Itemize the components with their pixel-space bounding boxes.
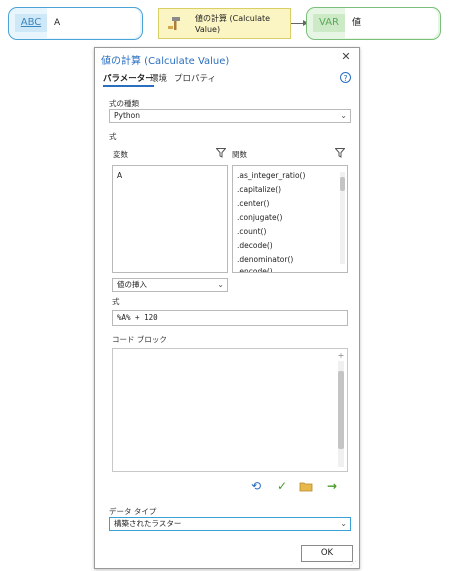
code-block-label: コード ブロック (112, 335, 167, 344)
resize-grip-icon[interactable]: ⋰ (350, 560, 356, 567)
list-item[interactable]: .capitalize() (237, 185, 281, 194)
chevron-down-icon: ⌄ (340, 111, 347, 120)
string-type-icon: ABC (15, 14, 47, 32)
data-type-select[interactable]: 構築されたラスター ⌄ (109, 517, 351, 531)
list-item[interactable]: .encode() (237, 267, 273, 272)
tab-properties[interactable]: プロパティ (174, 72, 216, 84)
split-icon[interactable]: ÷ (337, 351, 345, 360)
tab-parameters[interactable]: パラメーター (103, 72, 154, 87)
expression-type-label: 式の種類 (109, 99, 139, 108)
scrollbar[interactable] (340, 172, 345, 264)
variables-list[interactable]: A (112, 165, 228, 273)
data-type-value: 構築されたラスター (114, 519, 182, 528)
help-icon[interactable]: ? (340, 72, 351, 83)
functions-list[interactable]: .as_integer_ratio() .capitalize() .cente… (232, 165, 348, 273)
expression-input[interactable]: %A% + 120 (112, 310, 348, 326)
chevron-down-icon: ⌄ (340, 519, 347, 528)
input-variable-label: A (47, 8, 140, 38)
ok-button[interactable]: OK (301, 545, 353, 562)
calculate-value-dialog: 値の計算 (Calculate Value) ✕ パラメーター 環境 プロパティ… (94, 47, 360, 569)
output-variable-label: 値 (345, 8, 438, 38)
tool-node-label: 値の計算 (Calculate Value) (195, 14, 271, 34)
output-variable-node[interactable]: VAR 値 (306, 7, 441, 40)
expression-type-value: Python (114, 111, 140, 120)
list-item[interactable]: .denominator() (237, 255, 293, 264)
insert-values-select[interactable]: 値の挿入 ⌄ (112, 278, 228, 292)
filter-icon[interactable] (216, 148, 226, 158)
data-type-label: データ タイプ (109, 507, 157, 516)
save-arrow-icon[interactable]: → (325, 479, 339, 493)
list-item[interactable]: A (117, 171, 122, 180)
list-item[interactable]: .as_integer_ratio() (237, 171, 305, 180)
insert-values-label: 値の挿入 (117, 280, 147, 289)
functions-label: 関数 (232, 150, 247, 159)
scrollbar-thumb[interactable] (340, 177, 345, 191)
dialog-title: 値の計算 (Calculate Value) (101, 56, 230, 67)
open-folder-icon[interactable] (299, 479, 313, 493)
close-icon[interactable]: ✕ (340, 51, 352, 63)
filter-icon[interactable] (335, 148, 345, 158)
code-block-editor[interactable]: ÷ (112, 348, 348, 472)
list-item[interactable]: .decode() (237, 241, 273, 250)
expression-label: 式 (112, 297, 120, 306)
variables-label: 変数 (113, 150, 128, 159)
input-variable-node[interactable]: ABC A (8, 7, 143, 40)
scrollbar-thumb[interactable] (338, 371, 344, 449)
expression-type-select[interactable]: Python ⌄ (109, 109, 351, 123)
verify-check-icon[interactable]: ✓ (275, 479, 289, 493)
reset-icon[interactable]: ⟲ (249, 479, 263, 493)
tab-environments[interactable]: 環境 (150, 72, 167, 84)
list-item[interactable]: .conjugate() (237, 213, 282, 222)
expression-section-label: 式 (109, 132, 117, 141)
scrollbar[interactable] (338, 361, 344, 467)
hammer-icon (168, 17, 180, 30)
list-item[interactable]: .center() (237, 199, 269, 208)
variant-type-icon: VAR (313, 14, 345, 32)
chevron-down-icon: ⌄ (217, 280, 224, 289)
list-item[interactable]: .count() (237, 227, 266, 236)
calculate-value-tool-node[interactable]: 値の計算 (Calculate Value) (158, 8, 291, 39)
